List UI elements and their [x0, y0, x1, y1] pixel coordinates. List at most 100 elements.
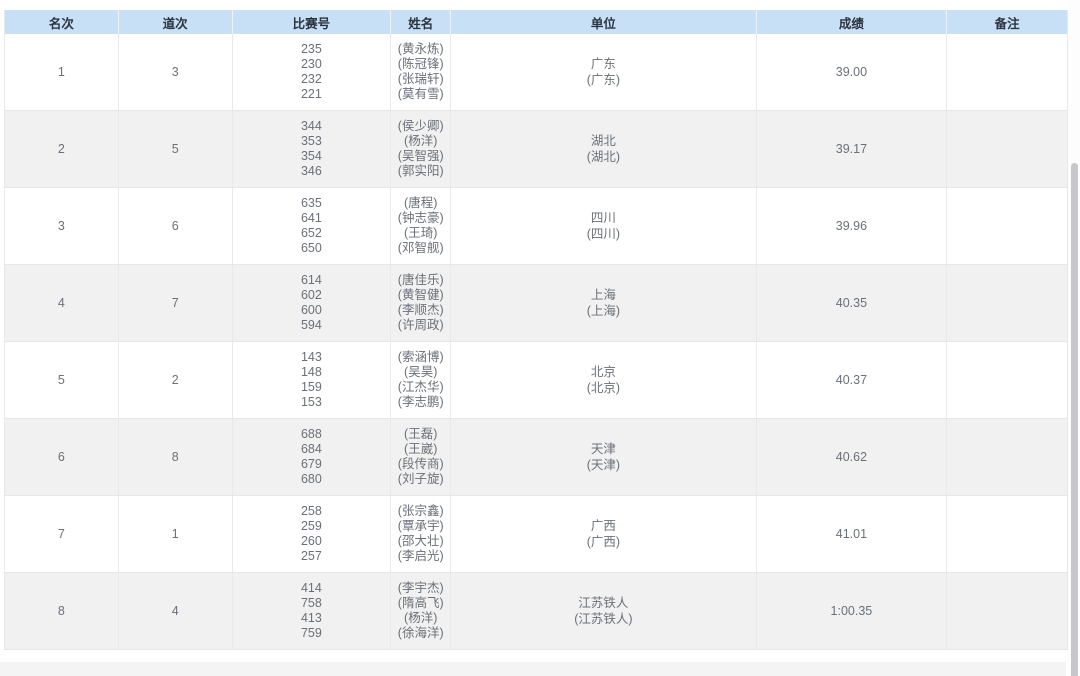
cell-team: 四川(四川) [451, 188, 756, 264]
athlete-name: (李宇杰) [398, 581, 444, 596]
cell-team: 北京(北京) [451, 342, 756, 418]
cell-athlete-names: (侯少卿)(杨洋)(吴智强)(郭实阳) [391, 111, 451, 187]
athlete-name: (覃承宇) [398, 519, 444, 534]
team-name-paren: (四川) [587, 226, 620, 242]
team-name-paren: (江苏铁人) [574, 611, 632, 627]
column-header-rank: 名次 [5, 10, 119, 34]
bib-number: 344 [301, 119, 322, 134]
athlete-name: (郭实阳) [398, 164, 444, 179]
team-name-paren: (广东) [587, 72, 620, 88]
cell-result: 1:00.35 [757, 573, 948, 649]
table-row: 36635641652650(唐程)(钟志豪)(王琦)(邓智舰)四川(四川)39… [5, 188, 1067, 265]
table-row: 5 2 143148159153(索涵博)(吴昊)(江杰华)(李志鹏)北京(北京) 4… [5, 342, 1067, 419]
table-row: 13235230232221(黄永炼)(陈冠锋)(张瑞轩)(莫有雪)广东(广东)… [5, 34, 1067, 111]
bib-number: 159 [301, 380, 322, 395]
cell-remark [947, 111, 1067, 187]
table-row: 71258259260257(张宗鑫)(覃承宇)(邵大壮)(李启光)广西(广西)… [5, 496, 1067, 573]
bib-number: 758 [301, 596, 322, 611]
team-name-paren: (广西) [587, 534, 620, 550]
athlete-name: (邵大壮) [398, 534, 444, 549]
cell-remark [947, 496, 1067, 572]
athlete-name: (黄永炼) [398, 42, 444, 57]
team-name-paren: (湖北) [587, 149, 620, 165]
cell-result: 40.35 [757, 265, 948, 341]
cell-rank: 1 [5, 34, 119, 110]
bib-number: 259 [301, 519, 322, 534]
athlete-name: (张宗鑫) [398, 504, 444, 519]
bib-number: 258 [301, 504, 322, 519]
bib-number: 354 [301, 149, 322, 164]
cell-remark [947, 419, 1067, 495]
cell-result-value: 40.35 [836, 296, 867, 311]
athlete-name: (索涵博) [398, 350, 444, 365]
cell-athlete-names: (王磊)(王崴)(段传商)(刘子旋) [391, 419, 451, 495]
column-header-team: 单位 [451, 10, 756, 34]
cell-result: 39.96 [757, 188, 948, 264]
cell-result: 41.01 [757, 496, 948, 572]
cell-bib-numbers: 235230232221 [233, 34, 392, 110]
bib-number: 641 [301, 211, 322, 226]
bib-number: 232 [301, 72, 322, 87]
athlete-name: (唐程) [404, 196, 437, 211]
results-page: 名次道次比赛号姓名单位成绩备注 13235230232221(黄永炼)(陈冠锋)… [0, 0, 1080, 676]
athlete-name: (杨洋) [404, 134, 437, 149]
column-header-bib: 比赛号 [233, 10, 392, 34]
cell-athlete-names: (索涵博)(吴昊)(江杰华)(李志鹏) [391, 342, 451, 418]
cell-remark [947, 34, 1067, 110]
bib-number: 600 [301, 303, 322, 318]
cell-athlete-names: (唐程)(钟志豪)(王琦)(邓智舰) [391, 188, 451, 264]
team-name: 广西 [591, 518, 616, 534]
vertical-scrollbar[interactable] [1068, 0, 1080, 676]
cell-result-value: 40.62 [836, 450, 867, 465]
table-body: 13235230232221(黄永炼)(陈冠锋)(张瑞轩)(莫有雪)广东(广东)… [5, 34, 1067, 650]
bib-number: 759 [301, 626, 322, 641]
bib-number: 614 [301, 273, 322, 288]
bib-number: 260 [301, 534, 322, 549]
cell-bib-numbers: 258259260257 [233, 496, 392, 572]
bib-number: 652 [301, 226, 322, 241]
cell-bib-numbers: 414758413759 [233, 573, 392, 649]
athlete-name: (许周政) [398, 318, 444, 333]
cell-bib-numbers: 344353354346 [233, 111, 392, 187]
cell-remark [947, 573, 1067, 649]
column-header-result: 成绩 [757, 10, 948, 34]
column-header-lane: 道次 [119, 10, 233, 34]
bib-number: 680 [301, 472, 322, 487]
results-table: 名次道次比赛号姓名单位成绩备注 13235230232221(黄永炼)(陈冠锋)… [4, 10, 1068, 650]
athlete-name: (钟志豪) [398, 211, 444, 226]
cell-lane: 2 [119, 342, 233, 418]
team-name-paren: (上海) [587, 303, 620, 319]
bib-number: 346 [301, 164, 322, 179]
athlete-name: (王琦) [404, 226, 437, 241]
athlete-name: (黄智健) [398, 288, 444, 303]
cell-bib-numbers: 688684679680 [233, 419, 392, 495]
cell-athlete-names: (张宗鑫)(覃承宇)(邵大壮)(李启光) [391, 496, 451, 572]
bib-number: 684 [301, 442, 322, 457]
cell-team: 广东(广东) [451, 34, 756, 110]
cell-bib-numbers: 143148159153 [233, 342, 392, 418]
bib-number: 257 [301, 549, 322, 564]
table-row: 47614602600594(唐佳乐)(黄智健)(李顺杰)(许周政)上海(上海)… [5, 265, 1067, 342]
cell-result-value: 39.17 [836, 142, 867, 157]
cell-result-value: 40.37 [836, 373, 867, 388]
cell-rank-value: 4 [58, 296, 65, 311]
cell-athlete-names: (唐佳乐)(黄智健)(李顺杰)(许周政) [391, 265, 451, 341]
cell-lane-value: 2 [172, 373, 179, 388]
scrollbar-thumb[interactable] [1071, 163, 1078, 676]
column-header-names: 姓名 [391, 10, 451, 34]
cell-athlete-names: (李宇杰)(隋高飞)(杨洋)(徐海洋) [391, 573, 451, 649]
cell-rank: 3 [5, 188, 119, 264]
cell-result-value: 1:00.35 [831, 604, 873, 619]
table-row: 84414758413759(李宇杰)(隋高飞)(杨洋)(徐海洋)江苏铁人(江苏… [5, 573, 1067, 650]
cell-rank: 6 [5, 419, 119, 495]
bib-number: 635 [301, 196, 322, 211]
cell-lane-value: 3 [172, 65, 179, 80]
cell-team: 江苏铁人(江苏铁人) [451, 573, 756, 649]
cell-bib-numbers: 614602600594 [233, 265, 392, 341]
bib-number: 153 [301, 395, 322, 410]
cell-result: 39.00 [757, 34, 948, 110]
footer-strip [0, 662, 1066, 676]
cell-team: 上海(上海) [451, 265, 756, 341]
athlete-name: (李志鹏) [398, 395, 444, 410]
cell-rank-value: 5 [58, 373, 65, 388]
